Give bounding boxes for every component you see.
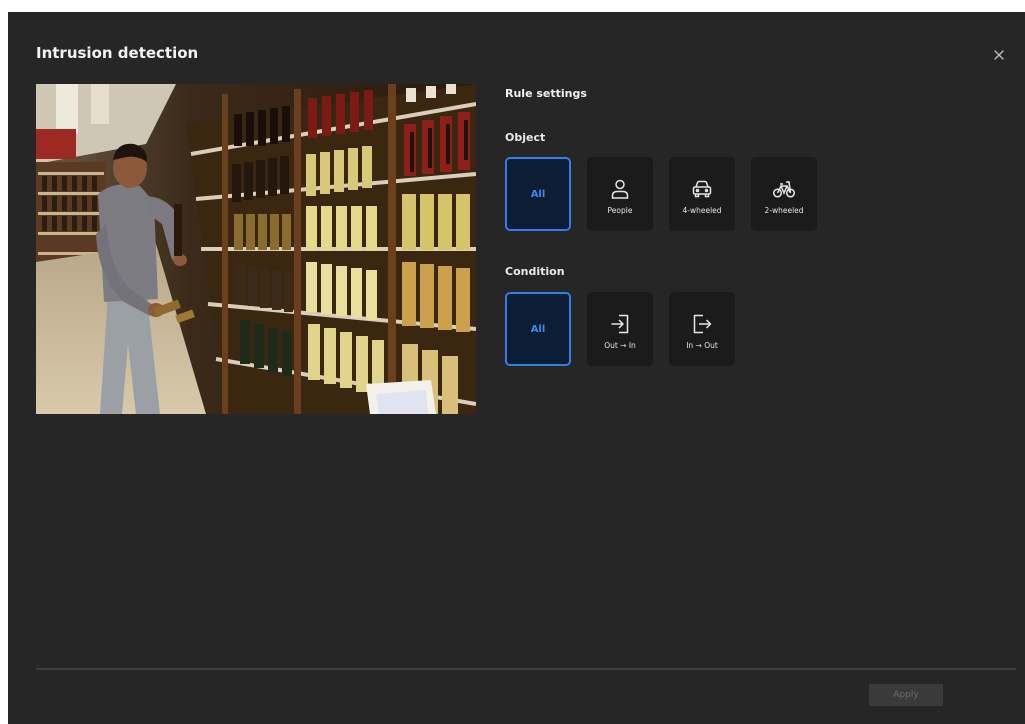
condition-option-in-to-out-label: In → Out	[686, 341, 718, 350]
footer-divider	[36, 668, 1016, 670]
car-icon	[690, 177, 714, 201]
exit-icon	[690, 312, 714, 336]
object-options: All People 4-wheeled 2-wheeled	[505, 157, 817, 231]
object-option-all[interactable]: All	[505, 157, 571, 231]
object-option-people[interactable]: People	[587, 157, 653, 231]
dialog-title: Intrusion detection	[36, 44, 199, 62]
camera-preview	[36, 84, 476, 414]
enter-icon	[608, 312, 632, 336]
close-button[interactable]	[990, 46, 1008, 64]
camera-preview-image	[36, 84, 476, 414]
object-option-2-wheeled-label: 2-wheeled	[764, 206, 804, 215]
condition-options: All Out → In In → Out	[505, 292, 735, 366]
condition-option-all[interactable]: All	[505, 292, 571, 366]
rule-settings-title: Rule settings	[505, 87, 587, 100]
object-option-people-label: People	[607, 206, 633, 215]
object-option-all-label: All	[530, 188, 546, 200]
intrusion-detection-dialog: Intrusion detection Rule settings Object…	[8, 12, 1025, 724]
condition-option-out-to-in-label: Out → In	[604, 341, 636, 350]
condition-option-out-to-in[interactable]: Out → In	[587, 292, 653, 366]
condition-section-label: Condition	[505, 265, 565, 278]
object-option-2-wheeled[interactable]: 2-wheeled	[751, 157, 817, 231]
bicycle-icon	[772, 177, 796, 201]
condition-option-in-to-out[interactable]: In → Out	[669, 292, 735, 366]
person-icon	[608, 177, 632, 201]
object-option-4-wheeled-label: 4-wheeled	[682, 206, 722, 215]
object-option-4-wheeled[interactable]: 4-wheeled	[669, 157, 735, 231]
object-section-label: Object	[505, 131, 546, 144]
condition-option-all-label: All	[530, 323, 546, 335]
apply-button[interactable]: Apply	[869, 684, 943, 706]
close-icon	[994, 50, 1004, 60]
